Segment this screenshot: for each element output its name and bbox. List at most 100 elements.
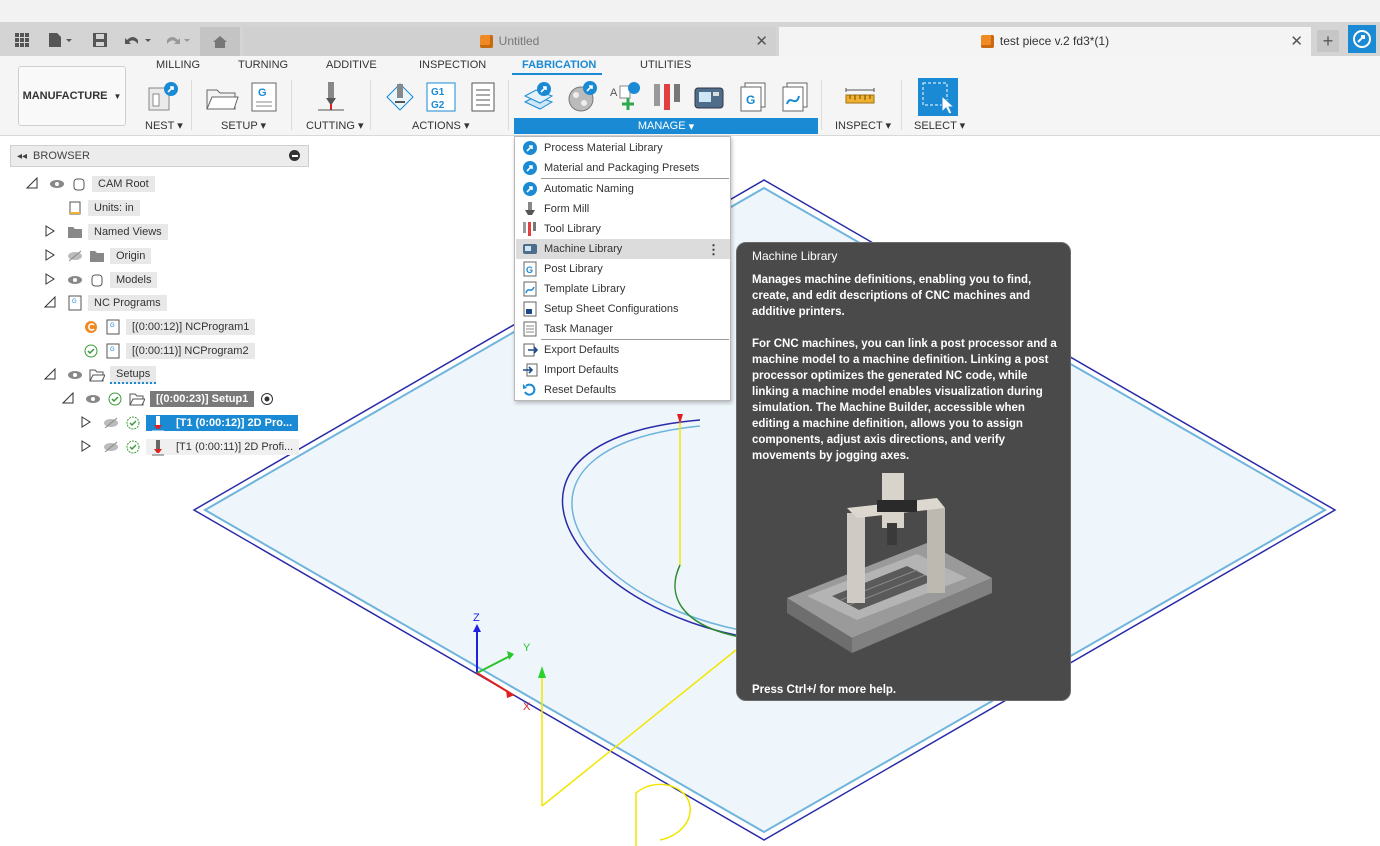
tree-node-models[interactable]: Models — [44, 270, 158, 290]
menu-item-task-manager[interactable]: Task Manager — [516, 319, 730, 339]
tree-node-ncprogram2[interactable]: G [(0:00:11)] NCProgram2 — [82, 341, 255, 361]
tab-milling[interactable]: MILLING — [156, 59, 200, 71]
material-presets-icon[interactable] — [566, 80, 600, 114]
tab-turning[interactable]: TURNING — [238, 59, 288, 71]
tree-node-operation-1[interactable]: [T1 (0:00:12)] 2D Pro... — [80, 413, 299, 433]
menu-item-post-library[interactable]: G Post Library — [516, 259, 730, 279]
cutting-group-label[interactable]: CUTTING ▾ — [306, 119, 363, 132]
hidden-eye-icon[interactable] — [102, 439, 120, 455]
menu-item-automatic-naming[interactable]: Automatic Naming — [516, 179, 730, 199]
setup-sheet-icon[interactable] — [466, 80, 500, 114]
inspect-group-label[interactable]: INSPECT ▾ — [835, 119, 891, 132]
autodesk-logo-icon — [1353, 30, 1371, 48]
svg-text:A: A — [610, 87, 618, 99]
hidden-eye-icon[interactable] — [102, 415, 120, 431]
tree-label: [(0:00:11)] NCProgram2 — [126, 343, 255, 359]
tree-node-nc-programs[interactable]: G NC Programs — [43, 293, 167, 313]
tab-test-piece[interactable]: test piece v.2 fd3*(1) ✕ — [779, 27, 1311, 56]
tab-untitled[interactable]: Untitled ✕ — [243, 27, 776, 56]
tab-additive[interactable]: ADDITIVE — [326, 59, 377, 71]
tree-label: Named Views — [88, 224, 168, 240]
collapsed-triangle-icon[interactable] — [80, 439, 102, 455]
collapse-panel-icon[interactable]: ◂◂ — [17, 151, 27, 162]
select-box-icon — [922, 82, 956, 115]
menu-item-import-defaults[interactable]: Import Defaults — [516, 360, 730, 380]
redo-icon[interactable] — [160, 30, 194, 50]
file-menu-icon[interactable] — [45, 30, 77, 50]
tree-node-origin[interactable]: Origin — [44, 246, 152, 266]
reset-icon — [521, 382, 539, 398]
automatic-naming-icon[interactable]: A — [608, 80, 642, 114]
expanded-triangle-icon[interactable] — [43, 295, 66, 311]
tree-node-cam-root[interactable]: CAM Root — [25, 174, 155, 194]
menu-item-process-material-library[interactable]: Process Material Library — [516, 138, 730, 158]
select-button[interactable] — [918, 78, 958, 116]
warning-status-icon — [82, 319, 100, 335]
post-library-icon[interactable]: G — [736, 80, 770, 114]
browser-options-icon[interactable] — [289, 150, 300, 161]
menu-item-tool-library[interactable]: Tool Library — [516, 219, 730, 239]
expanded-triangle-icon[interactable] — [43, 367, 66, 383]
more-options-icon[interactable]: ⋮ — [707, 242, 720, 258]
menu-item-template-library[interactable]: Template Library — [516, 279, 730, 299]
actions-group-label[interactable]: ACTIONS ▾ — [412, 119, 469, 132]
setup-group-label[interactable]: SETUP ▾ — [221, 119, 266, 132]
post-process-icon[interactable]: G1G2 — [424, 80, 458, 114]
collapsed-triangle-icon[interactable] — [44, 248, 66, 264]
tree-label: Models — [110, 272, 158, 288]
expanded-triangle-icon[interactable] — [25, 176, 42, 192]
tab-fabrication[interactable]: FABRICATION — [522, 59, 596, 71]
visibility-eye-icon[interactable] — [84, 391, 102, 407]
tool-library-icon[interactable] — [650, 80, 684, 114]
menu-item-reset-defaults[interactable]: Reset Defaults — [516, 380, 730, 400]
home-tab[interactable] — [200, 27, 240, 56]
tree-node-ncprogram1[interactable]: G [(0:00:12)] NCProgram1 — [82, 317, 256, 337]
menu-item-form-mill[interactable]: Form Mill — [516, 199, 730, 219]
manage-group-button[interactable]: MANAGE ▾ — [514, 118, 818, 134]
browser-header[interactable]: ◂◂ BROWSER — [10, 145, 309, 167]
process-material-icon[interactable] — [522, 80, 556, 114]
account-button[interactable] — [1348, 25, 1376, 53]
undo-icon[interactable] — [121, 30, 155, 50]
close-tab-icon[interactable]: ✕ — [1290, 32, 1303, 50]
nest-icon[interactable] — [146, 80, 180, 114]
new-tab-button[interactable]: + — [1317, 30, 1339, 52]
tree-node-units[interactable]: Units: in — [66, 198, 140, 218]
activate-radio-icon[interactable] — [258, 391, 276, 407]
tab-utilities[interactable]: UTILITIES — [640, 59, 691, 71]
collapsed-triangle-icon[interactable] — [44, 224, 66, 240]
tree-node-setup1[interactable]: [(0:00:23)] Setup1 — [61, 389, 280, 409]
setup-folder-icon[interactable] — [205, 80, 239, 114]
machine-library-icon[interactable] — [692, 80, 726, 114]
menu-item-export-defaults[interactable]: Export Defaults — [516, 340, 730, 360]
select-group-label[interactable]: SELECT ▾ — [914, 119, 965, 132]
visibility-eye-icon[interactable] — [48, 176, 66, 192]
tree-node-operation-2[interactable]: [T1 (0:00:11)] 2D Profi... — [80, 437, 300, 457]
measure-icon[interactable] — [843, 80, 877, 114]
template-library-icon[interactable] — [778, 80, 812, 114]
expanded-triangle-icon[interactable] — [61, 391, 84, 407]
models-icon — [88, 272, 106, 288]
menu-item-material-packaging-presets[interactable]: Material and Packaging Presets — [516, 158, 730, 178]
hidden-eye-icon[interactable] — [66, 248, 84, 264]
menu-item-machine-library[interactable]: Machine Library ⋮ — [516, 239, 730, 259]
menu-item-setup-sheet-configurations[interactable]: Setup Sheet Configurations — [516, 299, 730, 319]
nest-group-label[interactable]: NEST ▾ — [145, 119, 183, 132]
collapsed-triangle-icon[interactable] — [80, 415, 102, 431]
tab-inspection[interactable]: INSPECTION — [419, 59, 486, 71]
cutting-torch-icon[interactable] — [314, 80, 348, 114]
close-tab-icon[interactable]: ✕ — [755, 32, 768, 50]
axis-y-label: Y — [523, 642, 531, 654]
workspace-switcher[interactable]: MANUFACTURE ▼ — [18, 66, 126, 126]
tree-node-setups[interactable]: Setups — [43, 365, 157, 385]
simulate-icon[interactable] — [383, 80, 417, 114]
visibility-eye-icon[interactable] — [66, 272, 84, 288]
axis-z-label: Z — [473, 612, 480, 624]
tree-node-named-views[interactable]: Named Views — [44, 222, 168, 242]
save-icon[interactable] — [89, 30, 111, 50]
cutting-tool-icon — [152, 440, 164, 456]
nc-program-icon[interactable]: G — [248, 80, 282, 114]
visibility-eye-icon[interactable] — [66, 367, 84, 383]
collapsed-triangle-icon[interactable] — [44, 272, 66, 288]
app-grid-icon[interactable] — [11, 30, 33, 50]
